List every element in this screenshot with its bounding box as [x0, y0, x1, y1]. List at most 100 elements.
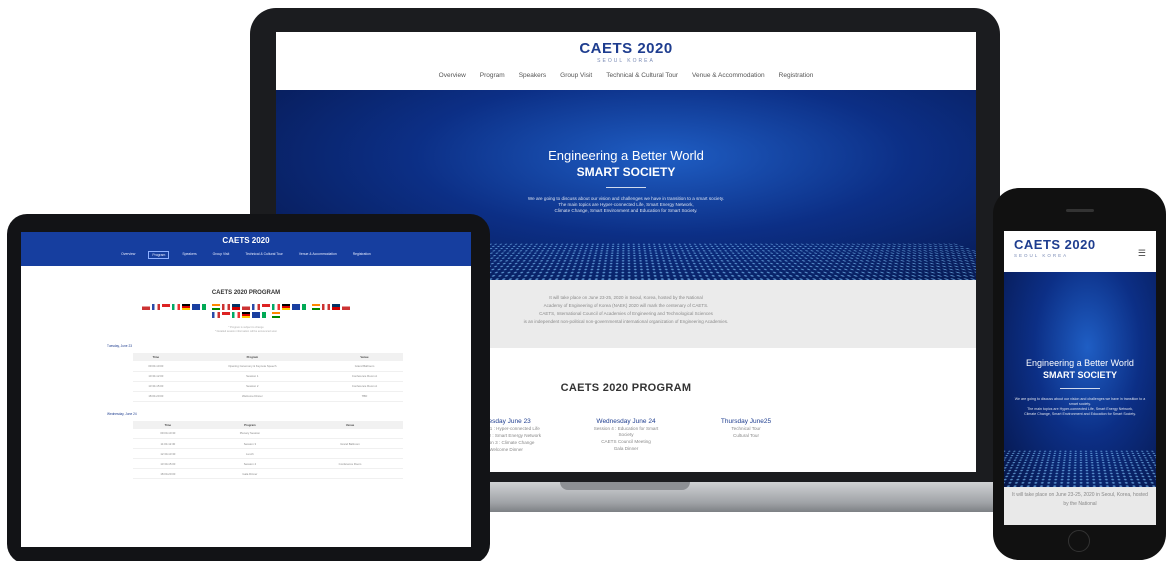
table-row: 13:30-15:00 Session 2 Conference Room A — [133, 381, 403, 392]
phone-screen: CAETS 2020 SEOUL KOREA ☰ Engineering a B… — [1004, 231, 1156, 525]
country-flag-icon — [202, 304, 210, 310]
table-cell — [297, 428, 403, 439]
hero-divider — [606, 187, 646, 188]
nav-item-overview[interactable]: Overview — [118, 251, 138, 259]
table-cell: Session 1 — [178, 371, 326, 382]
nav-item-registration[interactable]: Registration — [350, 251, 374, 259]
table-cell: Grand Ballroom — [297, 438, 403, 449]
country-flag-icon — [262, 312, 270, 318]
country-flag-icon — [242, 312, 250, 318]
nav-item-group-visit[interactable]: Group Visit — [560, 72, 592, 79]
country-flag-icon — [262, 304, 270, 310]
country-flag-icon — [152, 304, 160, 310]
device-mockup-showcase: CAETS 2020 SEOUL KOREA Overview Program … — [0, 0, 1167, 561]
table-cell: Conference Room A — [326, 381, 403, 392]
table-row: 12:30-13:30 Lunch — [133, 448, 403, 459]
country-flag-icon — [252, 304, 260, 310]
program-note-line: * Detailed session information will be a… — [214, 330, 278, 333]
schedule-day-title: Tuesday, June 23 — [107, 344, 132, 348]
table-row: 09:00-10:00 Opening Ceremony & Keynote S… — [133, 361, 403, 372]
nav-item-tour[interactable]: Technical & Cultural Tour — [606, 72, 678, 79]
day-name[interactable]: Wednesday June 24 — [586, 418, 666, 425]
main-nav: Overview Program Speakers Group Visit Te… — [276, 72, 976, 79]
table-cell: Conference Room — [297, 458, 403, 469]
country-flag-icon — [222, 304, 230, 310]
hero-subtitle: SMART SOCIETY — [576, 165, 676, 179]
table-cell: 12:30-13:30 — [133, 448, 203, 459]
site-logo[interactable]: CAETS 2020 — [1014, 237, 1156, 252]
nav-item-overview[interactable]: Overview — [439, 72, 466, 79]
nav-item-venue[interactable]: Venue & Accommodation — [692, 72, 765, 79]
hamburger-menu-icon[interactable]: ☰ — [1138, 248, 1146, 259]
day-item: Gala Dinner — [613, 446, 639, 451]
site-header: CAETS 2020 SEOUL KOREA Overview Program … — [276, 32, 976, 90]
table-cell: 18:00-20:00 — [133, 391, 179, 402]
phone-home-button[interactable] — [1068, 530, 1090, 552]
hero-divider — [1060, 388, 1100, 389]
nav-item-tour[interactable]: Technical & Cultural Tour — [242, 251, 285, 259]
day-item: CAETS Council Meeting — [601, 439, 651, 444]
nav-item-program[interactable]: Program — [148, 251, 170, 259]
country-flag-icon — [172, 304, 180, 310]
site-logo-subtitle: SEOUL KOREA — [1014, 253, 1069, 258]
nav-item-speakers[interactable]: Speakers — [519, 72, 546, 79]
country-flag-icon — [242, 304, 250, 310]
site-logo[interactable]: CAETS 2020 — [276, 40, 976, 57]
country-flag-icon — [222, 312, 230, 318]
table-cell: 11:00-12:30 — [133, 438, 203, 449]
day-item: Technical Tour — [731, 426, 761, 431]
table-cell — [297, 468, 403, 479]
hero-subtitle: SMART SOCIETY — [1042, 370, 1117, 380]
table-cell: Lunch — [202, 448, 298, 459]
hero-wave-graphic — [1004, 450, 1156, 487]
table-cell: Session 2 — [178, 381, 326, 392]
hero-title: Engineering a Better World — [1026, 358, 1134, 368]
column-header: Program — [202, 420, 298, 429]
country-flag-icon — [162, 304, 170, 310]
table-cell: 09:00-10:30 — [133, 428, 203, 439]
tablet-nav: Overview Program Speakers Group Visit Te… — [21, 251, 471, 259]
schedule-table: Time Program Venue 09:00-10:30 Plenary S… — [133, 420, 403, 479]
column-header: Venue — [326, 353, 403, 361]
country-flag-icon — [322, 304, 330, 310]
nav-item-registration[interactable]: Registration — [779, 72, 814, 79]
nav-item-speakers[interactable]: Speakers — [179, 251, 199, 259]
phone-speaker — [1066, 209, 1094, 212]
day-item: Cultural Tour — [733, 433, 759, 438]
table-cell: Gala Dinner — [202, 468, 298, 479]
program-day: Wednesday June 24 Session 4 : Education … — [586, 418, 666, 453]
laptop-hinge-notch — [560, 482, 690, 490]
program-note: * Program is subject to change * Detaile… — [21, 326, 471, 334]
hero-body-line: Climate Change, Smart Environment and Ed… — [1024, 412, 1136, 416]
table-cell: 09:00-10:00 — [133, 361, 179, 372]
nav-item-venue[interactable]: Venue & Accommodation — [296, 251, 340, 259]
country-flag-icon — [282, 304, 290, 310]
hero-body-line: We are going to discuss about our vision… — [1014, 397, 1146, 406]
intro-line: It will take place on June 23-25, 2020 i… — [1012, 492, 1148, 507]
country-flag-icon — [212, 312, 220, 318]
mobile-hero-banner: Engineering a Better World SMART SOCIETY… — [1004, 272, 1156, 487]
nav-item-group-visit[interactable]: Group Visit — [210, 251, 233, 259]
table-cell: Opening Ceremony & Keynote Speech — [178, 361, 326, 372]
table-header-row: Time Program Venue — [133, 420, 403, 429]
country-flag-icon — [312, 304, 320, 310]
country-flag-icon — [142, 304, 150, 310]
site-logo[interactable]: CAETS 2020 — [21, 236, 471, 245]
day-name[interactable]: Thursday June25 — [706, 418, 786, 425]
table-cell: Plenary Session — [202, 428, 298, 439]
column-header: Time — [133, 420, 203, 429]
schedule-day-title: Wednesday, June 24 — [107, 411, 137, 416]
site-logo-subtitle: SEOUL KOREA — [597, 58, 655, 64]
table-row: 10:30-12:00 Session 1 Conference Room A — [133, 371, 403, 382]
country-flag-icon — [332, 304, 340, 310]
country-flag-icon — [272, 312, 280, 318]
nav-item-program[interactable]: Program — [480, 72, 505, 79]
country-flag-icon — [272, 304, 280, 310]
table-cell: 13:30-15:00 — [133, 458, 203, 469]
country-flag-icon — [342, 304, 350, 310]
table-cell: 13:30-15:00 — [133, 381, 179, 392]
country-flags — [141, 304, 351, 318]
country-flag-icon — [252, 312, 260, 318]
table-row: 09:00-10:30 Plenary Session — [133, 428, 403, 439]
table-header-row: Time Program Venue — [133, 353, 403, 361]
